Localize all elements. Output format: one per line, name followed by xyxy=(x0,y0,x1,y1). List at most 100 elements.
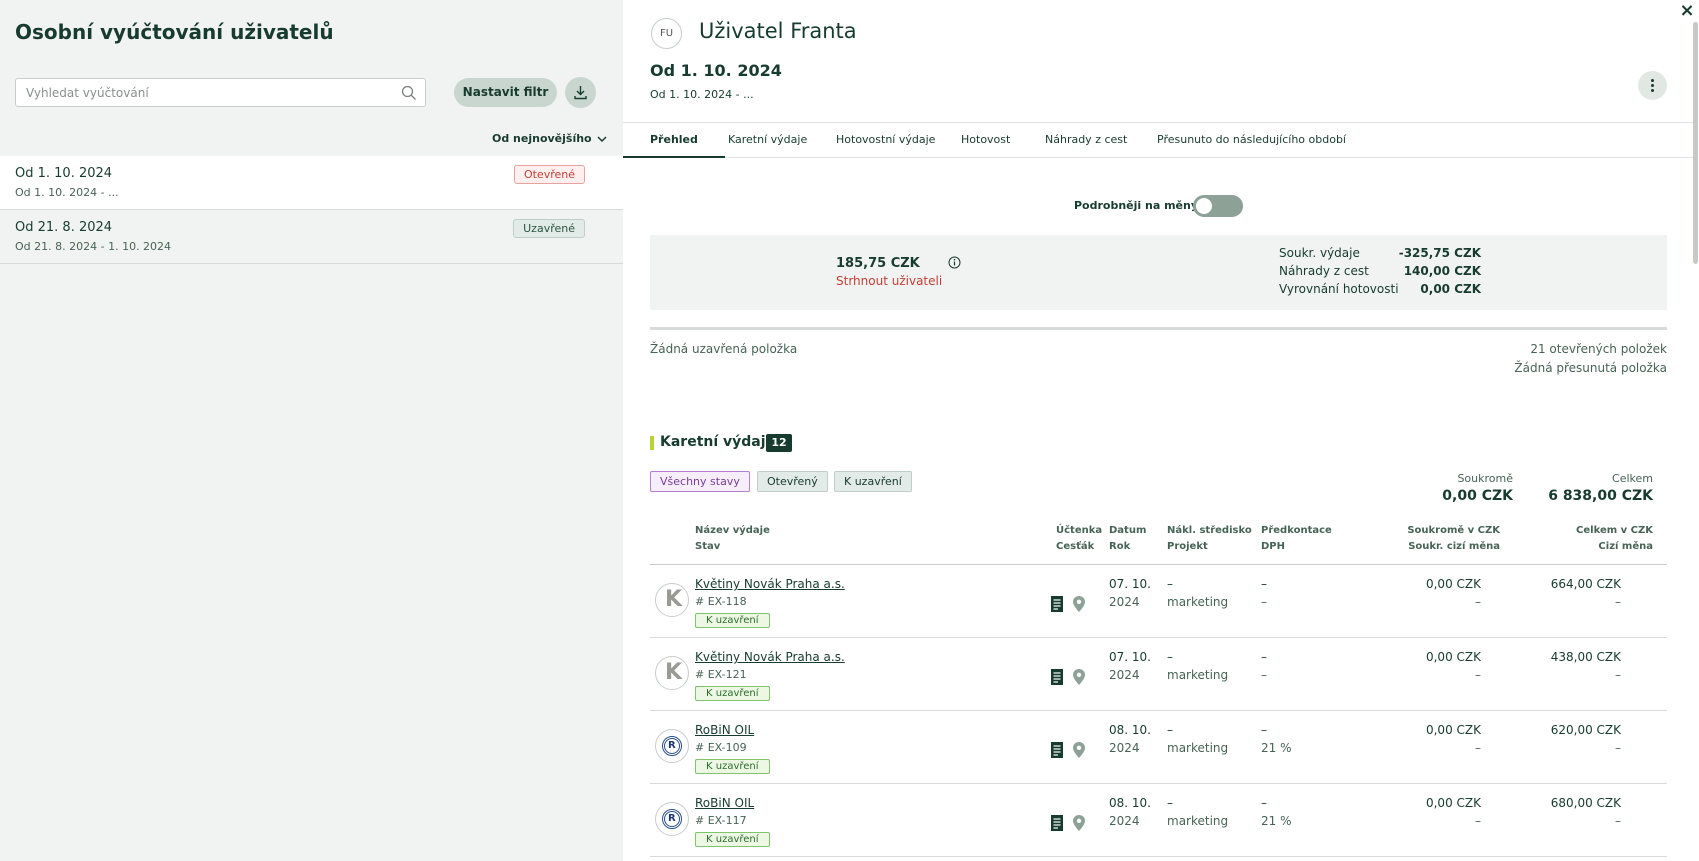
tab-cash[interactable]: Hotovost xyxy=(961,123,1010,158)
expense-id: # EX-117 xyxy=(695,814,747,827)
receipt-icon[interactable] xyxy=(1050,595,1064,613)
user-name: Uživatel Franta xyxy=(699,19,857,43)
expense-private-czk: 0,00 CZK xyxy=(1425,796,1481,810)
tab-cash-expenses[interactable]: Hotovostní výdaje xyxy=(836,123,935,158)
col-header-private[interactable]: Soukromě v CZK Soukr. cizí měna xyxy=(1407,523,1500,555)
state-badge: K uzavření xyxy=(695,759,770,774)
col-header-precontact[interactable]: Předkontace DPH xyxy=(1261,523,1332,555)
filter-chip-open[interactable]: Otevřený xyxy=(757,471,828,492)
currency-toggle-label: Podrobněji na měny xyxy=(1074,199,1199,212)
search-icon[interactable] xyxy=(401,85,417,101)
table-row[interactable]: K Květiny Novák Praha a.s. # EX-118 K uzavř… xyxy=(650,565,1667,638)
settlement-detail-panel: FU Uživatel Franta × Od 1. 10. 2024 Od 1… xyxy=(623,0,1699,861)
hash-icon: # xyxy=(695,595,705,608)
more-options-icon[interactable] xyxy=(1638,71,1667,100)
period-range: Od 1. 10. 2024 - ... xyxy=(650,88,754,101)
receipt-icon[interactable] xyxy=(1050,741,1064,759)
expense-private-foreign: – xyxy=(1475,741,1481,755)
location-pin-icon[interactable] xyxy=(1072,741,1086,759)
table-row[interactable]: R RoBiN OIL # EX-109 K uzavření 08. 10. 2024 –… xyxy=(650,711,1667,784)
summary-line-label: Vyrovnání hotovosti xyxy=(1279,282,1399,296)
summary-line-label: Soukr. výdaje xyxy=(1279,246,1360,260)
table-row[interactable]: K Květiny Novák Praha a.s. # EX-121 K uzavř… xyxy=(650,638,1667,711)
avatar: FU xyxy=(651,18,682,49)
close-icon[interactable]: × xyxy=(1675,0,1699,22)
search-box[interactable] xyxy=(15,78,426,107)
col-header-cost-center[interactable]: Nákl. středisko Projekt xyxy=(1167,523,1252,555)
merchant-logo: K xyxy=(655,656,689,690)
period-item-title: Od 21. 8. 2024 xyxy=(15,220,113,235)
period-title: Od 1. 10. 2024 xyxy=(650,61,782,80)
tab-card-expenses[interactable]: Karetní výdaje xyxy=(728,123,807,158)
expense-cost-center: – xyxy=(1167,723,1173,737)
col-header-total[interactable]: Celkem v CZK Cizí měna xyxy=(1576,523,1653,555)
expense-id: # EX-118 xyxy=(695,595,747,608)
expense-vat: – xyxy=(1261,668,1267,682)
state-badge: K uzavření xyxy=(695,832,770,847)
search-input[interactable] xyxy=(16,79,386,106)
hash-icon: # xyxy=(695,668,705,681)
expense-total-czk: 438,00 CZK xyxy=(1550,650,1621,664)
summary-line-value: 0,00 CZK xyxy=(1420,282,1481,296)
merchant-logo: R xyxy=(655,729,689,763)
summary-box: 185,75 CZK Strhnout uživateli Soukr. výd… xyxy=(650,235,1667,310)
period-item[interactable]: Od 21. 8. 2024 Od 21. 8. 2024 - 1. 10. 2… xyxy=(0,210,623,264)
private-total-value: 0,00 CZK xyxy=(1442,488,1513,504)
download-button[interactable] xyxy=(565,77,596,108)
expense-foreign: – xyxy=(1615,668,1621,682)
period-item-range: Od 21. 8. 2024 - 1. 10. 2024 xyxy=(15,240,172,253)
tab-travel-allowances[interactable]: Náhrady z cest xyxy=(1045,123,1127,158)
col-header-name[interactable]: Název výdaje Stav xyxy=(695,523,770,555)
moved-items-status: Žádná přesunutá položka xyxy=(1514,361,1667,375)
expense-name-link[interactable]: Květiny Novák Praha a.s. xyxy=(695,650,845,664)
summary-divider xyxy=(650,327,1667,330)
expense-private-foreign: – xyxy=(1475,595,1481,609)
expense-name-link[interactable]: Květiny Novák Praha a.s. xyxy=(695,577,845,591)
sort-label: Od nejnovějšího xyxy=(492,132,592,145)
tab-moved-next-period[interactable]: Přesunuto do následujícího období xyxy=(1157,123,1346,158)
expense-name-link[interactable]: RoBiN OIL xyxy=(695,796,754,810)
expense-date: 07. 10. xyxy=(1109,577,1151,591)
receipt-icon[interactable] xyxy=(1050,668,1064,686)
expense-project: marketing xyxy=(1167,595,1229,609)
expense-cost-center: – xyxy=(1167,650,1173,664)
expense-precontact: – xyxy=(1261,796,1267,810)
location-pin-icon[interactable] xyxy=(1072,814,1086,832)
expense-private-czk: 0,00 CZK xyxy=(1425,650,1481,664)
private-total-label: Soukromě xyxy=(1457,472,1513,485)
expense-year: 2024 xyxy=(1109,814,1140,828)
section-accent xyxy=(650,436,654,450)
expense-date: 07. 10. xyxy=(1109,650,1151,664)
col-header-receipt[interactable]: Účtenka Cesťák xyxy=(1056,523,1102,555)
col-header-date[interactable]: Datum Rok xyxy=(1109,523,1146,555)
period-item-title: Od 1. 10. 2024 xyxy=(15,166,113,181)
expense-private-czk: 0,00 CZK xyxy=(1425,577,1481,591)
merchant-logo: R xyxy=(655,802,689,836)
currency-toggle[interactable] xyxy=(1193,195,1243,217)
location-pin-icon[interactable] xyxy=(1072,595,1086,613)
info-icon[interactable] xyxy=(948,256,961,269)
status-badge: Uzavřené xyxy=(513,219,585,238)
table-row[interactable]: R RoBiN OIL # EX-117 K uzavření 08. 10. 2024 –… xyxy=(650,784,1667,857)
expense-name-link[interactable]: RoBiN OIL xyxy=(695,723,754,737)
sort-dropdown[interactable]: Od nejnovějšího xyxy=(492,132,607,145)
tab-overview[interactable]: Přehled xyxy=(623,123,725,158)
filter-chip-to-close[interactable]: K uzavření xyxy=(834,471,912,492)
expense-project: marketing xyxy=(1167,668,1229,682)
period-item[interactable]: Od 1. 10. 2024 Od 1. 10. 2024 - ... Otev… xyxy=(0,156,623,210)
receipt-icon[interactable] xyxy=(1050,814,1064,832)
expense-foreign: – xyxy=(1615,814,1621,828)
summary-amount: 185,75 CZK xyxy=(836,256,920,271)
expense-cost-center: – xyxy=(1167,577,1173,591)
summary-action: Strhnout uživateli xyxy=(836,274,943,288)
set-filter-button[interactable]: Nastavit filtr xyxy=(454,78,557,107)
filter-chip-all[interactable]: Všechny stavy xyxy=(650,471,750,492)
scrollbar[interactable] xyxy=(1693,22,1698,264)
expense-foreign: – xyxy=(1615,741,1621,755)
expense-date: 08. 10. xyxy=(1109,723,1151,737)
expense-private-czk: 0,00 CZK xyxy=(1425,723,1481,737)
expense-cost-center: – xyxy=(1167,796,1173,810)
location-pin-icon[interactable] xyxy=(1072,668,1086,686)
expense-vat: 21 % xyxy=(1261,814,1292,828)
summary-line-label: Náhrady z cest xyxy=(1279,264,1369,278)
